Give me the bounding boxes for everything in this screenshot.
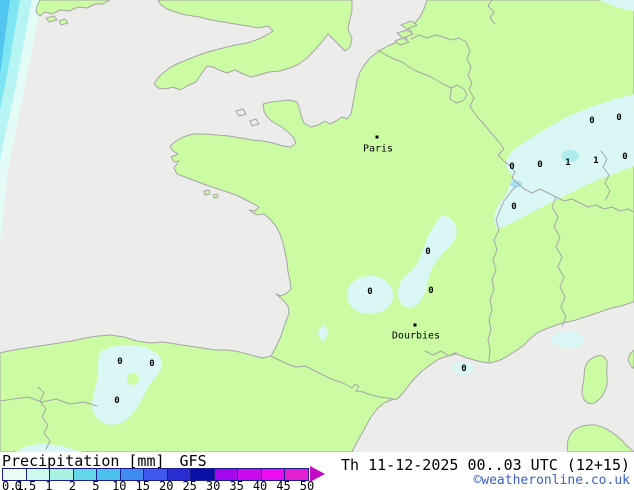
precip-deep-spot-alsace [561,150,579,162]
precipitation-map[interactable]: Paris Dourbies 0 0 0 0 1 1 0 0 0 0 0 0 0 0 0 [0,0,634,452]
legend-tick-50: 50 [299,479,315,490]
legend-footer-bar: Precipitation [mm] GFS 0.1 0.5 1 2 5 10 15 20 25 30… [0,452,634,490]
legend-tick-45: 45 [276,479,291,490]
precip-patch-med-coast [452,361,474,375]
legend-tick-40: 40 [252,479,268,490]
legend-tick-labels: 0.1 0.5 1 2 5 10 15 20 25 30 35 40 45 50 [0,479,340,490]
legend-tick-0.5: 0.5 [14,479,37,490]
legend-tick-1: 1 [45,479,53,490]
legend-tick-10: 10 [112,479,127,490]
precip-patch-central-round [347,276,393,314]
copyright-link[interactable]: ©weatheronline.co.uk [473,473,630,488]
legend-tick-2: 2 [68,479,76,490]
weather-map-screen: Paris Dourbies 0 0 0 0 1 1 0 0 0 0 0 0 0 0 0 Precipitati… [0,0,634,490]
legend-tick-15: 15 [135,479,150,490]
brittany-islet-2 [212,193,219,199]
brittany-islet-1 [203,189,211,196]
precip-spain-dry-hole [127,373,139,385]
legend-tick-25: 25 [182,479,197,490]
forecast-datetime: Th 11-12-2025 00..03 UTC (12+15) [341,456,630,474]
legend-tick-35: 35 [229,479,244,490]
legend-tick-5: 5 [92,479,100,490]
legend-tick-20: 20 [158,479,174,490]
legend-tick-30: 30 [205,479,221,490]
map-svg [0,0,634,452]
